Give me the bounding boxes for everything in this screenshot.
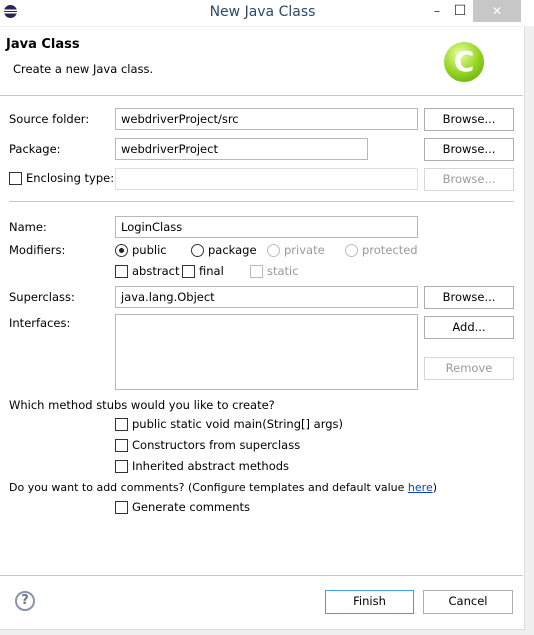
inherited-methods-checkbox[interactable]: Inherited abstract methods — [115, 459, 289, 473]
enclosing-type-browse-button: Browse... — [424, 168, 514, 191]
package-browse-button[interactable]: Browse... — [424, 138, 514, 161]
add-interface-button[interactable]: Add... — [424, 316, 514, 339]
checkbox-box[interactable] — [115, 501, 128, 514]
checkbox-box[interactable] — [115, 439, 128, 452]
checkbox-label: Inherited abstract methods — [132, 459, 290, 473]
header-divider — [0, 95, 523, 96]
radio-label: package — [208, 243, 257, 257]
checkbox-label: public static void main(String[] args) — [132, 417, 343, 431]
radio-label: public — [132, 243, 167, 257]
comments-question-text: Do you want to add comments? (Configure … — [9, 481, 408, 494]
name-input[interactable]: LoginClass — [115, 216, 418, 238]
superclass-browse-button[interactable]: Browse... — [424, 286, 514, 309]
interfaces-list[interactable] — [115, 314, 418, 390]
radio-button — [267, 244, 280, 257]
checkbox-label: final — [199, 264, 224, 278]
page-subtitle: Create a new Java class. — [13, 62, 154, 76]
radio-package[interactable]: package — [191, 243, 257, 257]
name-label: Name: — [9, 220, 47, 234]
abstract-checkbox[interactable]: abstract — [115, 264, 179, 278]
interfaces-label: Interfaces: — [9, 316, 71, 330]
page-title: Java Class — [6, 37, 80, 52]
checkbox-label: Generate comments — [132, 500, 250, 514]
comments-question-end: ) — [432, 481, 438, 494]
generate-comments-checkbox[interactable]: Generate comments — [115, 500, 250, 514]
java-class-icon: C — [444, 42, 484, 82]
radio-label: protected — [362, 243, 418, 257]
checkbox-box[interactable] — [9, 172, 22, 185]
enclosing-type-label: Enclosing type: — [26, 171, 115, 185]
radio-label: private — [284, 243, 325, 257]
method-stubs-question: Which method stubs would you like to cre… — [9, 398, 275, 412]
constructors-checkbox[interactable]: Constructors from superclass — [115, 438, 300, 452]
package-input[interactable]: webdriverProject — [115, 138, 368, 160]
radio-public[interactable]: public — [115, 243, 167, 257]
radio-button — [345, 244, 358, 257]
checkbox-box[interactable] — [115, 265, 128, 278]
modifiers-label: Modifiers: — [9, 243, 66, 257]
final-checkbox[interactable]: final — [182, 264, 224, 278]
checkbox-box — [250, 265, 263, 278]
radio-protected: protected — [345, 243, 418, 257]
cancel-button[interactable]: Cancel — [423, 590, 513, 614]
divider — [0, 26, 523, 27]
help-icon[interactable]: ? — [15, 591, 35, 611]
radio-button[interactable] — [191, 244, 204, 257]
enclosing-type-input[interactable] — [115, 168, 418, 190]
comments-question: Do you want to add comments? (Configure … — [9, 481, 437, 494]
source-folder-input[interactable]: webdriverProject/src — [115, 108, 418, 130]
finish-button[interactable]: Finish — [325, 590, 414, 614]
main-method-checkbox[interactable]: public static void main(String[] args) — [115, 417, 343, 431]
close-button[interactable]: ✕ — [473, 0, 521, 22]
configure-templates-link[interactable]: here — [408, 481, 433, 494]
radio-private: private — [267, 243, 325, 257]
radio-button[interactable] — [115, 244, 128, 257]
checkbox-label: static — [267, 264, 299, 278]
footer-divider — [0, 575, 523, 576]
superclass-input[interactable]: java.lang.Object — [115, 286, 418, 308]
title-bar: New Java Class – ☐ ✕ — [0, 0, 534, 26]
package-label: Package: — [9, 142, 61, 156]
source-folder-label: Source folder: — [9, 112, 90, 126]
static-checkbox: static — [250, 264, 299, 278]
checkbox-box[interactable] — [182, 265, 195, 278]
checkbox-label: abstract — [132, 264, 180, 278]
checkbox-label: Constructors from superclass — [132, 438, 301, 452]
dialog: New Java Class – ☐ ✕ Java Class Create a… — [0, 0, 534, 630]
divider — [9, 201, 514, 202]
remove-interface-button: Remove — [424, 357, 514, 380]
enclosing-type-checkbox[interactable]: Enclosing type: — [9, 171, 114, 185]
superclass-label: Superclass: — [9, 290, 75, 304]
source-folder-browse-button[interactable]: Browse... — [424, 108, 514, 131]
checkbox-box[interactable] — [115, 418, 128, 431]
checkbox-box[interactable] — [115, 460, 128, 473]
